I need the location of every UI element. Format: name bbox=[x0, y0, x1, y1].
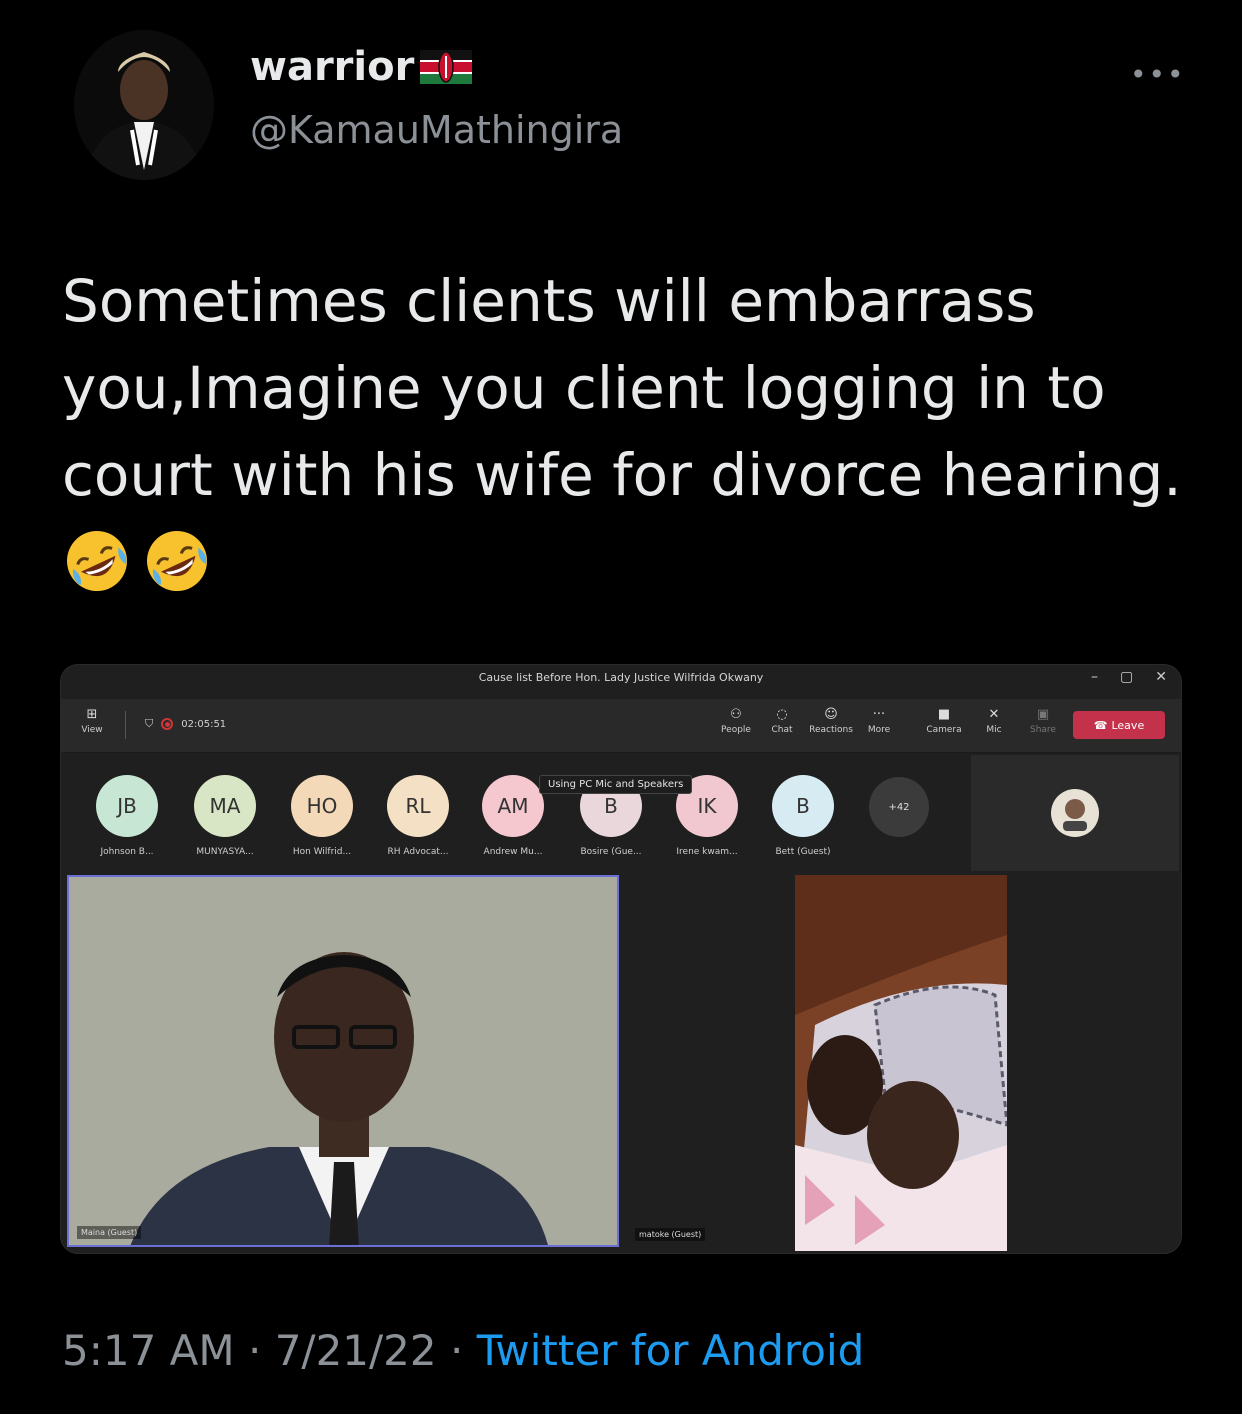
participant-avatar: RL bbox=[387, 775, 449, 837]
video-feed-couple bbox=[795, 875, 1007, 1251]
window-controls: – ▢ ✕ bbox=[1091, 669, 1167, 685]
participant-avatar: MA bbox=[194, 775, 256, 837]
meta-separator: · bbox=[449, 1326, 477, 1375]
rolling-on-floor-laughing-emoji bbox=[147, 531, 207, 591]
tweet-text: Sometimes clients will embarrass you,Ima… bbox=[62, 267, 1182, 509]
tweet-time[interactable]: 5:17 AM bbox=[62, 1326, 235, 1375]
participant-avatar: B bbox=[772, 775, 834, 837]
display-name-text: warrior bbox=[250, 44, 415, 90]
user-handle[interactable]: @KamauMathingira bbox=[250, 108, 623, 152]
participant-name: Johnson B... bbox=[100, 847, 154, 857]
video-participant-label: matoke (Guest) bbox=[635, 1228, 706, 1241]
chat-button: ◌ Chat bbox=[757, 707, 807, 735]
audio-tooltip: Using PC Mic and Speakers bbox=[539, 775, 693, 794]
view-button: ⊞ View bbox=[67, 707, 117, 735]
more-label: More bbox=[867, 725, 891, 735]
leave-label: Leave bbox=[1111, 718, 1145, 732]
tweet-date[interactable]: 7/21/22 bbox=[275, 1326, 437, 1375]
participant-avatar: AM bbox=[482, 775, 544, 837]
middle-video-tile: matoke (Guest) bbox=[629, 875, 791, 1247]
camera-button: ■ Camera bbox=[919, 707, 969, 735]
more-participants-badge: +42 bbox=[869, 777, 929, 837]
video-participant-label: Maina (Guest) bbox=[77, 1226, 142, 1239]
maximize-icon: ▢ bbox=[1120, 669, 1134, 685]
participant-name: MUNYASYA... bbox=[196, 847, 254, 857]
share-icon: ▣ bbox=[1036, 707, 1050, 722]
mic-off-icon: ✕ bbox=[988, 707, 1000, 722]
tweet-meta: 5:17 AM · 7/21/22 · Twitter for Android bbox=[62, 1326, 864, 1375]
rolling-on-floor-laughing-emoji bbox=[67, 531, 127, 591]
display-name[interactable]: warrior bbox=[250, 44, 473, 90]
participant-name: RH Advocat... bbox=[387, 847, 449, 857]
participant-name: Irene kwam... bbox=[676, 847, 738, 857]
share-button: ▣ Share bbox=[1018, 707, 1068, 735]
phone-hangup-icon: ☎ bbox=[1093, 718, 1108, 732]
share-label: Share bbox=[1030, 725, 1056, 735]
leave-button: ☎ Leave bbox=[1073, 711, 1165, 739]
mic-label: Mic bbox=[986, 725, 1002, 735]
camera-label: Camera bbox=[926, 725, 962, 735]
minimize-icon: – bbox=[1091, 669, 1099, 685]
chat-label: Chat bbox=[771, 725, 793, 735]
chat-icon: ◌ bbox=[776, 707, 788, 722]
participant-avatar: JB bbox=[96, 775, 158, 837]
participant-name: Bosire (Gue... bbox=[580, 847, 642, 857]
reactions-label: Reactions bbox=[809, 725, 853, 735]
participant-name: Hon Wilfrid... bbox=[292, 847, 352, 857]
participant-name: Bett (Guest) bbox=[775, 847, 831, 857]
more-button: ··· More bbox=[854, 707, 904, 735]
view-label: View bbox=[81, 725, 103, 735]
participant-b-bett: B Bett (Guest) bbox=[753, 775, 853, 857]
participant-avatar: HO bbox=[291, 775, 353, 837]
more-options-button[interactable]: ••• bbox=[1130, 58, 1186, 91]
mic-button: ✕ Mic bbox=[969, 707, 1019, 735]
participant-name: Andrew Mu... bbox=[483, 847, 543, 857]
tweet-media-image[interactable]: Cause list Before Hon. Lady Justice Wilf… bbox=[60, 664, 1182, 1254]
tweet-source-link[interactable]: Twitter for Android bbox=[477, 1326, 865, 1375]
main-video-tile: Maina (Guest) bbox=[67, 875, 619, 1247]
people-button: ⚇ People bbox=[711, 707, 761, 735]
meeting-timer: ⛉ 02:05:51 bbox=[145, 717, 226, 731]
meta-separator: · bbox=[248, 1326, 275, 1375]
bed-video-tile bbox=[795, 875, 1007, 1251]
shield-icon: ⛉ bbox=[145, 717, 154, 730]
meeting-toolbar: ⊞ View ⛉ 02:05:51 ⚇ People ◌ Chat ☺ Reac… bbox=[61, 699, 1181, 753]
camera-off-icon: ■ bbox=[937, 707, 951, 722]
participant-rl: RL RH Advocat... bbox=[368, 775, 468, 857]
participant-ho: HO Hon Wilfrid... bbox=[272, 775, 372, 857]
reactions-button: ☺ Reactions bbox=[806, 707, 856, 735]
reactions-icon: ☺ bbox=[824, 707, 838, 722]
close-icon: ✕ bbox=[1155, 669, 1167, 685]
self-avatar-icon bbox=[1051, 789, 1099, 837]
grid-view-icon: ⊞ bbox=[86, 707, 98, 722]
emoji-row bbox=[64, 528, 210, 594]
video-feed-man bbox=[69, 877, 617, 1245]
meeting-window-title: Cause list Before Hon. Lady Justice Wilf… bbox=[478, 671, 764, 684]
kenya-flag-icon bbox=[420, 50, 473, 84]
participant-jb: JB Johnson B... bbox=[77, 775, 177, 857]
timer-text: 02:05:51 bbox=[181, 718, 227, 730]
people-label: People bbox=[721, 725, 751, 735]
more-icon: ··· bbox=[872, 707, 886, 722]
toolbar-divider bbox=[125, 711, 126, 739]
profile-avatar[interactable] bbox=[74, 30, 214, 180]
participant-ma: MA MUNYASYA... bbox=[175, 775, 275, 857]
recording-icon bbox=[161, 718, 174, 730]
self-video-tile bbox=[971, 755, 1179, 871]
people-icon: ⚇ bbox=[730, 707, 742, 722]
